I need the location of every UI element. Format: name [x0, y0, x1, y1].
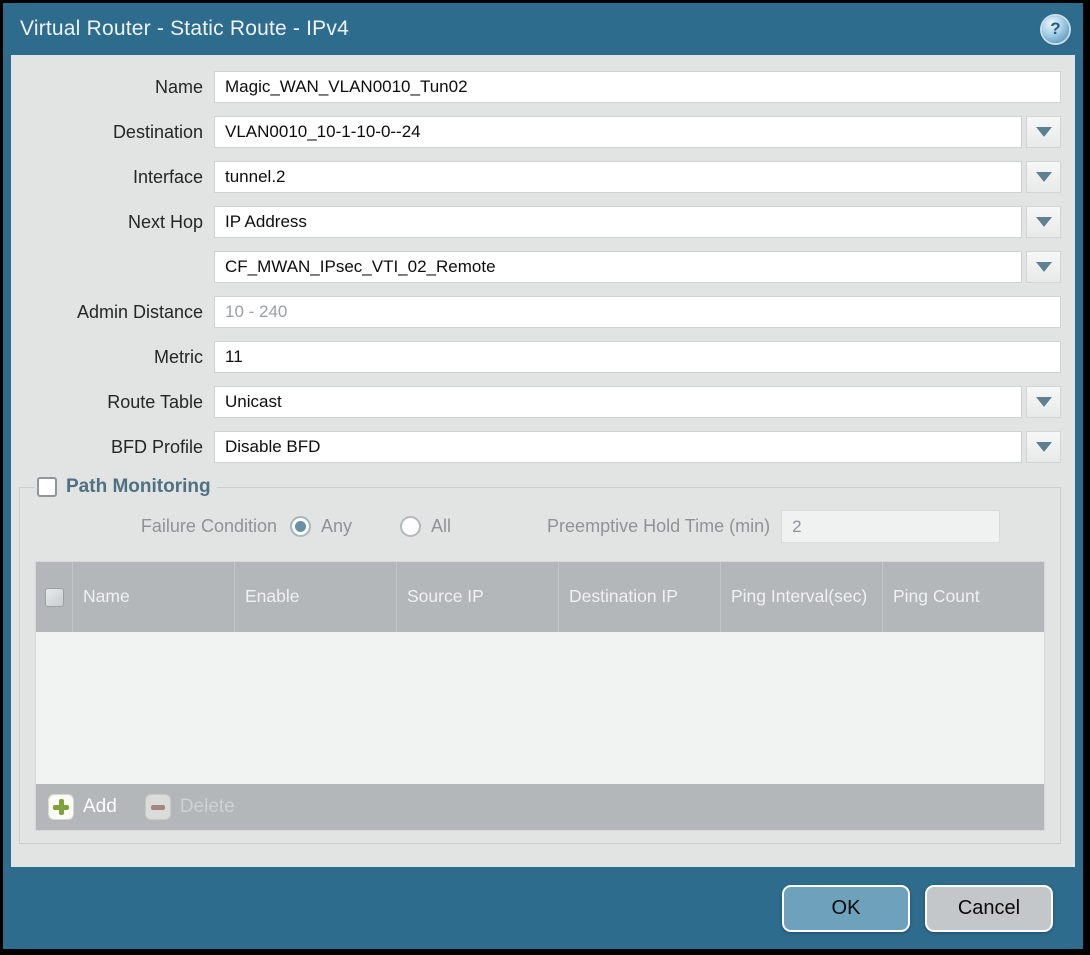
- path-monitoring-legend: Path Monitoring: [35, 476, 217, 498]
- route-table-label: Route Table: [11, 392, 214, 413]
- next-hop-dropdown-button[interactable]: [1026, 206, 1061, 238]
- bfd-profile-input[interactable]: [214, 431, 1022, 463]
- cancel-button[interactable]: Cancel: [925, 885, 1053, 932]
- metric-input[interactable]: [214, 341, 1061, 373]
- minus-icon: [145, 794, 171, 820]
- table-body-empty: [36, 632, 1044, 784]
- metric-label: Metric: [11, 347, 214, 368]
- table-header-name: Name: [72, 562, 234, 632]
- add-button[interactable]: Add: [48, 794, 117, 820]
- next-hop-address-input[interactable]: [214, 251, 1022, 283]
- chevron-down-icon: [1036, 172, 1052, 182]
- dialog-titlebar: Virtual Router - Static Route - IPv4 ?: [3, 3, 1083, 55]
- ok-button[interactable]: OK: [782, 885, 910, 932]
- failure-condition-label: Failure Condition: [35, 516, 290, 537]
- name-label: Name: [11, 77, 214, 98]
- select-all-checkbox: [45, 588, 64, 607]
- table-header-ping-interval: Ping Interval(sec): [720, 562, 882, 632]
- preemptive-hold-time-label: Preemptive Hold Time (min): [547, 516, 770, 537]
- bfd-profile-row: BFD Profile: [11, 431, 1061, 463]
- chevron-down-icon: [1036, 262, 1052, 272]
- next-hop-address-dropdown-button[interactable]: [1026, 251, 1061, 283]
- destination-dropdown-button[interactable]: [1026, 116, 1061, 148]
- add-button-label: Add: [83, 796, 117, 818]
- destination-row: Destination: [11, 116, 1061, 148]
- path-monitoring-section: Path Monitoring Failure Condition Any Al…: [19, 476, 1061, 844]
- admin-distance-row: Admin Distance: [11, 296, 1061, 328]
- destination-input[interactable]: [214, 116, 1022, 148]
- help-icon[interactable]: ?: [1042, 16, 1069, 43]
- table-header-ping-count: Ping Count: [882, 562, 1044, 632]
- table-toolbar: Add Delete: [36, 784, 1044, 830]
- delete-button: Delete: [145, 794, 235, 820]
- plus-icon: [48, 794, 74, 820]
- path-monitoring-checkbox[interactable]: [37, 477, 57, 497]
- admin-distance-label: Admin Distance: [11, 302, 214, 323]
- interface-label: Interface: [11, 167, 214, 188]
- chevron-down-icon: [1036, 397, 1052, 407]
- preemptive-hold-time-input: [781, 510, 1000, 543]
- interface-dropdown-button[interactable]: [1026, 161, 1061, 193]
- bfd-profile-dropdown-button[interactable]: [1026, 431, 1061, 463]
- chevron-down-icon: [1036, 442, 1052, 452]
- path-monitoring-table: Name Enable Source IP Destination IP Pin…: [35, 561, 1045, 831]
- chevron-down-icon: [1036, 127, 1052, 137]
- route-table-dropdown-button[interactable]: [1026, 386, 1061, 418]
- path-monitoring-title: Path Monitoring: [66, 476, 211, 498]
- table-header-destination-ip: Destination IP: [558, 562, 720, 632]
- next-hop-type-input[interactable]: [214, 206, 1022, 238]
- name-input[interactable]: [214, 71, 1061, 103]
- failure-condition-any-label: Any: [321, 516, 352, 537]
- failure-condition-all-radio: [400, 516, 421, 537]
- static-route-dialog: Virtual Router - Static Route - IPv4 ? N…: [3, 3, 1083, 949]
- next-hop-address-row: [11, 251, 1061, 283]
- failure-condition-any-radio: [290, 516, 311, 537]
- dialog-footer: OK Cancel: [3, 867, 1083, 949]
- admin-distance-input[interactable]: [214, 296, 1061, 328]
- radio-dot: [295, 521, 306, 532]
- next-hop-label: Next Hop: [11, 212, 214, 233]
- destination-label: Destination: [11, 122, 214, 143]
- failure-condition-row: Failure Condition Any All Preemptive Hol…: [35, 510, 1045, 543]
- interface-row: Interface: [11, 161, 1061, 193]
- table-header-row: Name Enable Source IP Destination IP Pin…: [36, 562, 1044, 632]
- chevron-down-icon: [1036, 217, 1052, 227]
- interface-input[interactable]: [214, 161, 1022, 193]
- screen-background: Virtual Router - Static Route - IPv4 ? N…: [0, 0, 1090, 955]
- next-hop-row: Next Hop: [11, 206, 1061, 238]
- metric-row: Metric: [11, 341, 1061, 373]
- table-header-checkbox-cell: [36, 562, 72, 632]
- name-row: Name: [11, 71, 1061, 103]
- delete-button-label: Delete: [180, 796, 235, 818]
- route-table-input[interactable]: [214, 386, 1022, 418]
- table-header-enable: Enable: [234, 562, 396, 632]
- failure-condition-all-label: All: [431, 516, 451, 537]
- route-table-row: Route Table: [11, 386, 1061, 418]
- table-header-source-ip: Source IP: [396, 562, 558, 632]
- dialog-content: Name Destination Interface Next Hop: [11, 55, 1075, 867]
- dialog-title: Virtual Router - Static Route - IPv4: [20, 17, 349, 41]
- bfd-profile-label: BFD Profile: [11, 437, 214, 458]
